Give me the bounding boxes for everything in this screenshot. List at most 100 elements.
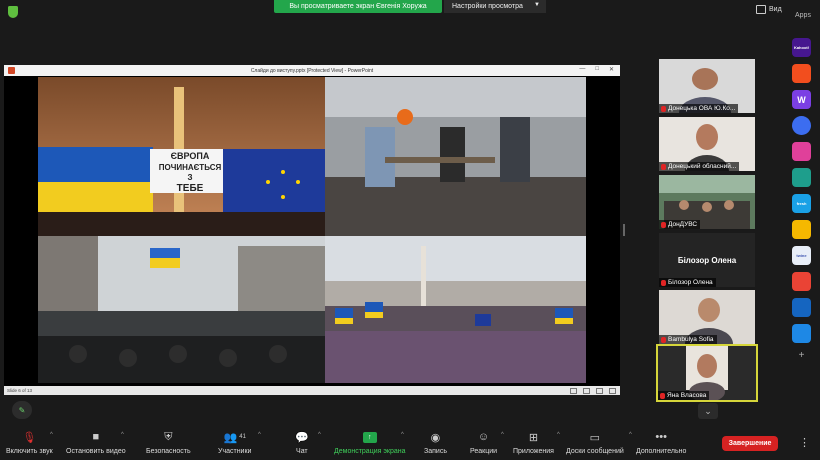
shield-icon: ⛨	[164, 430, 173, 443]
slide-counter: Slide 6 of 13	[7, 388, 33, 393]
video-camera-icon: ■	[92, 431, 100, 443]
chevron-up-icon[interactable]: ^	[629, 432, 632, 438]
shared-screen: Слайди до виступу.pptx [Protected View] …	[4, 65, 620, 395]
apps-label: Apps	[795, 12, 811, 19]
view-options-dropdown[interactable]: Настройки просмотра ▼	[444, 0, 546, 13]
shared-window-titlebar: Слайди до виступу.pptx [Protected View] …	[4, 65, 620, 76]
chevron-up-icon[interactable]: ^	[50, 432, 53, 438]
close-icon: ✕	[608, 67, 614, 73]
participant-name: Білозор Олена	[659, 278, 716, 287]
record-button[interactable]: ◉ Запись	[424, 430, 447, 456]
screen-share-banner: Вы просматриваете экран Євгенія Хоружа	[274, 0, 442, 13]
grid-view-icon	[756, 5, 766, 14]
panel-splitter-handle[interactable]	[623, 224, 625, 236]
participant-name: Донецький обласний...	[659, 162, 740, 171]
app-icon[interactable]	[792, 64, 811, 83]
photo-barricades	[38, 236, 325, 383]
participant-tile[interactable]: ДонДУВС	[659, 175, 755, 229]
slide-sign-line1: ЄВРОПА	[171, 151, 210, 161]
mic-muted-icon: 🎙	[22, 431, 37, 444]
participant-display-name: Білозор Олена	[677, 255, 737, 265]
chevron-up-icon[interactable]: ^	[557, 432, 560, 438]
share-screen-button[interactable]: ↑ Демонстрация экрана ^	[334, 430, 406, 455]
participant-name: Bambulya Sofia	[659, 335, 717, 344]
add-app-icon[interactable]: +	[792, 350, 811, 361]
chevron-down-icon: ▼	[534, 2, 540, 8]
app-wooclap[interactable]: W	[792, 90, 811, 109]
app-icon[interactable]	[792, 168, 811, 187]
chevron-up-icon[interactable]: ^	[401, 432, 404, 438]
participants-icon: 👥 41	[223, 431, 246, 444]
chevron-up-icon[interactable]: ^	[318, 432, 321, 438]
app-icon[interactable]	[792, 116, 811, 135]
meeting-toolbar: 🎙 Включить звук ^ ■ Остановить видео ^ ⛨…	[0, 424, 820, 460]
app-twine[interactable]: twine	[792, 246, 811, 265]
apps-button[interactable]: ⊞ Приложения ^	[513, 430, 560, 456]
emoji-reaction-icon: ☺	[477, 431, 490, 443]
stop-video-button[interactable]: ■ Остановить видео ^	[66, 430, 126, 455]
mic-muted-icon	[661, 163, 666, 170]
end-meeting-button[interactable]: Завершение	[722, 436, 778, 451]
app-freshworks[interactable]: fresh	[792, 194, 811, 213]
chevron-up-icon[interactable]: ^	[258, 432, 261, 438]
app-icon[interactable]	[792, 220, 811, 239]
sorter-view-icon	[583, 388, 590, 394]
mic-muted-icon	[661, 221, 666, 228]
photo-clashes	[325, 77, 586, 236]
more-dots-icon: •••	[655, 431, 667, 443]
annotate-pencil-icon[interactable]: ✎	[12, 401, 32, 419]
chat-button[interactable]: 💬 Чат ^	[295, 430, 321, 456]
slide-sign-line2: ПОЧИНАЄТЬСЯ	[159, 163, 222, 172]
app-icon[interactable]	[792, 272, 811, 291]
more-button[interactable]: ••• Дополнительно	[636, 430, 686, 455]
mic-muted-icon	[661, 336, 666, 343]
security-shield-icon[interactable]	[8, 6, 18, 18]
mic-muted-icon	[661, 279, 666, 286]
share-screen-icon: ↑	[362, 431, 377, 443]
reading-view-icon	[596, 388, 603, 394]
photo-flags: ЄВРОПА ПОЧИНАЄТЬСЯ З ТЕБЕ	[38, 77, 325, 236]
chevron-up-icon[interactable]: ^	[501, 432, 504, 438]
participant-tile[interactable]: Донецький обласний...	[659, 117, 755, 171]
whiteboard-icon: ▭	[589, 431, 601, 444]
reactions-button[interactable]: ☺ Реакции ^	[470, 430, 504, 455]
gallery-scroll-down-button[interactable]: ⌄	[698, 403, 718, 419]
apps-grid-icon: ⊞	[528, 431, 539, 444]
participant-tile[interactable]: Bambulya Sofia	[659, 290, 755, 344]
slideshow-icon	[609, 388, 616, 394]
app-icon[interactable]	[792, 142, 811, 161]
apps-rail: Kahoot! W fresh twine +	[792, 38, 814, 361]
view-button-label: Вид	[769, 6, 782, 13]
participant-tile[interactable]: Білозор Олена Білозор Олена	[659, 233, 755, 287]
whiteboards-button[interactable]: ▭ Доски сообщений ^	[566, 430, 632, 456]
participant-name: Донецька ОВА Ю.Ко...	[659, 104, 739, 113]
view-button[interactable]: Вид	[756, 5, 782, 14]
slide-sign-line3: З	[187, 173, 192, 182]
powerpoint-statusbar: Slide 6 of 13	[4, 386, 620, 395]
mic-muted-icon	[661, 105, 666, 112]
participant-tile[interactable]: Донецька ОВА Ю.Ко...	[659, 59, 755, 113]
mic-muted-icon	[660, 392, 665, 399]
participant-name: ДонДУВС	[659, 220, 701, 229]
photo-crowd	[325, 236, 586, 383]
chevron-up-icon[interactable]: ^	[121, 432, 124, 438]
participants-count: 41	[239, 434, 246, 440]
participant-tile-active-speaker[interactable]: Яна Власова	[656, 344, 758, 402]
shared-window-title: Слайди до виступу.pptx [Protected View] …	[250, 67, 374, 74]
app-icon[interactable]	[792, 324, 811, 343]
unmute-button[interactable]: 🎙 Включить звук ^	[6, 430, 53, 456]
slide-sign-line4: ТЕБЕ	[177, 183, 204, 194]
slide-photo-collage: ЄВРОПА ПОЧИНАЄТЬСЯ З ТЕБЕ	[38, 77, 586, 383]
participants-button[interactable]: 👥 41 Участники ^	[218, 430, 261, 456]
security-button[interactable]: ⛨ Безопасность	[146, 430, 191, 456]
participant-name: Яна Власова	[658, 391, 710, 400]
normal-view-icon	[570, 388, 577, 394]
view-options-label: Настройки просмотра	[452, 3, 523, 10]
more-options-vertical-icon[interactable]: ⋮	[799, 436, 810, 449]
record-icon: ◉	[430, 431, 441, 444]
powerpoint-icon	[8, 67, 15, 74]
chevron-down-icon: ⌄	[704, 405, 712, 416]
app-icon[interactable]	[792, 298, 811, 317]
window-controls: — □ ✕	[579, 66, 614, 73]
app-kahoot[interactable]: Kahoot!	[792, 38, 811, 57]
